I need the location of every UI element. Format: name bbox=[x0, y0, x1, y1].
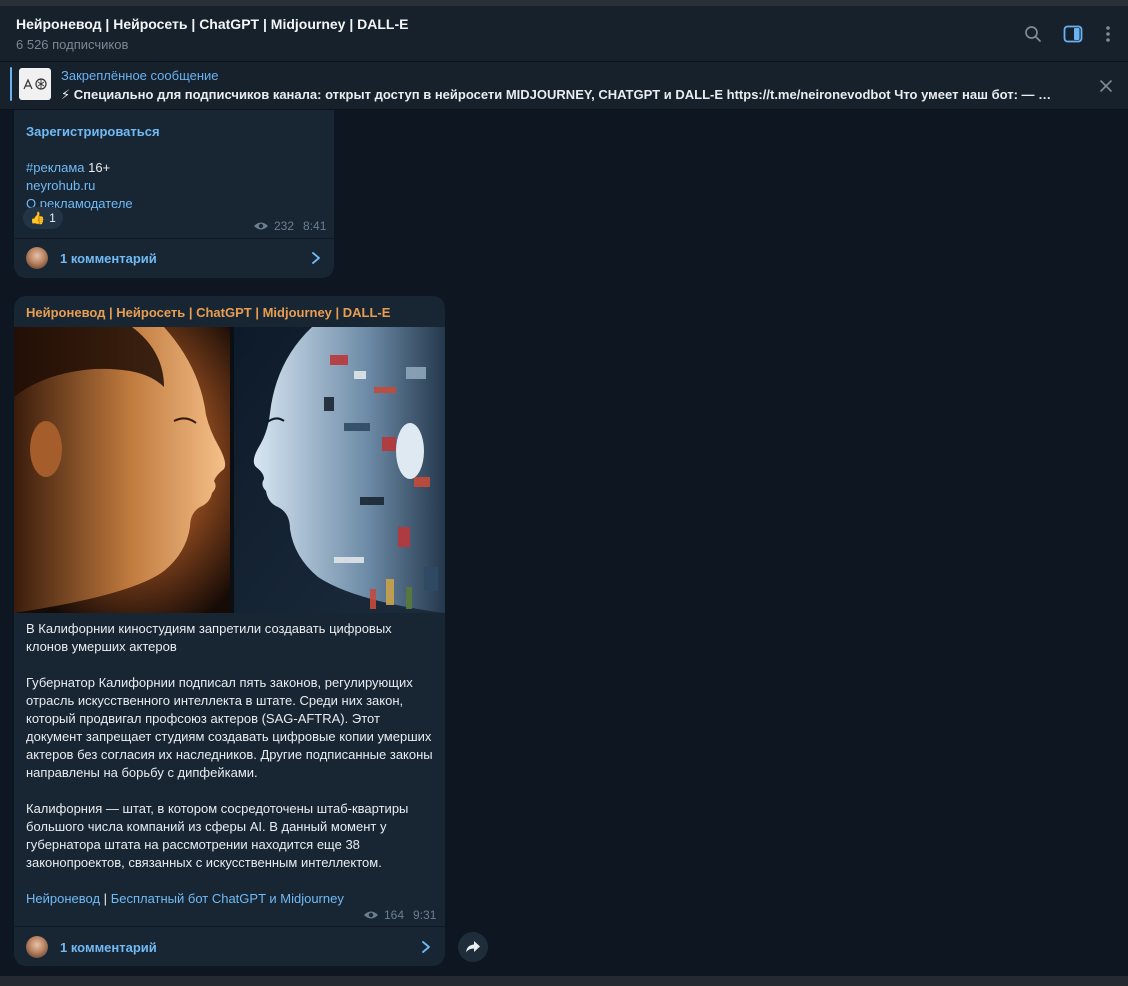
bot-link[interactable]: Бесплатный бот ChatGPT и Midjourney bbox=[111, 891, 344, 906]
pinned-thumbnail bbox=[19, 68, 51, 100]
message-text: В Калифорнии киностудиям запретили созда… bbox=[26, 620, 436, 908]
reaction-thumbs-up[interactable]: 👍 1 bbox=[23, 207, 63, 229]
chevron-right-icon bbox=[312, 252, 320, 264]
pinned-text: ⚡ Специально для подписчиков канала: отк… bbox=[61, 87, 1052, 102]
thumbs-up-icon: 👍 bbox=[30, 211, 46, 225]
message-time: 9:31 bbox=[413, 908, 437, 922]
footer-separator: | bbox=[103, 891, 108, 906]
message-headline: В Калифорнии киностудиям запретили созда… bbox=[26, 621, 392, 654]
pinned-label: Закреплённое сообщение bbox=[61, 68, 219, 83]
message-bubble: Нейроневод | Нейросеть | ChatGPT | Midjo… bbox=[14, 296, 445, 966]
sidebar-toggle-icon[interactable] bbox=[1062, 23, 1084, 45]
avatar bbox=[26, 247, 48, 269]
message-paragraph: Губернатор Калифорнии подписал пять зако… bbox=[26, 675, 433, 780]
message-list[interactable]: Зарегистрироваться #реклама 16+ neyrohub… bbox=[0, 110, 1128, 976]
reaction-count: 1 bbox=[49, 211, 56, 225]
ad-line: #реклама 16+ bbox=[26, 160, 110, 175]
message-time: 8:41 bbox=[303, 219, 327, 233]
site-link[interactable]: neyrohub.ru bbox=[26, 178, 95, 193]
comments-label: 1 комментарий bbox=[60, 939, 157, 955]
message-photo[interactable] bbox=[14, 327, 445, 613]
share-icon bbox=[466, 941, 480, 953]
comments-label: 1 комментарий bbox=[60, 250, 157, 266]
pinned-indicator bbox=[10, 67, 12, 101]
message-author[interactable]: Нейроневод | Нейросеть | ChatGPT | Midjo… bbox=[26, 305, 390, 320]
message-paragraph: Калифорния — штат, в котором сосредоточе… bbox=[26, 801, 409, 870]
subscriber-count: 6 526 подписчиков bbox=[16, 37, 129, 52]
age-rating: 16+ bbox=[88, 160, 111, 175]
share-button[interactable] bbox=[458, 932, 488, 962]
more-vertical-icon[interactable] bbox=[1097, 23, 1119, 45]
message-meta: 232 8:41 bbox=[253, 219, 326, 233]
comments-button[interactable]: 1 комментарий bbox=[14, 927, 445, 966]
eye-icon bbox=[254, 222, 268, 230]
close-icon[interactable] bbox=[1096, 76, 1116, 96]
comments-button[interactable]: 1 комментарий bbox=[14, 238, 334, 278]
avatar bbox=[26, 936, 48, 958]
message-footer-links: Нейроневод | Бесплатный бот ChatGPT и Mi… bbox=[26, 890, 436, 908]
message-meta: 164 9:31 bbox=[363, 908, 436, 922]
eye-icon bbox=[364, 911, 378, 919]
channel-title[interactable]: Нейроневод | Нейросеть | ChatGPT | Midjo… bbox=[16, 16, 408, 32]
window-bottom-strip bbox=[0, 976, 1128, 986]
chevron-right-icon bbox=[422, 941, 430, 953]
pinned-message-bar[interactable]: Закреплённое сообщение ⚡ Специально для … bbox=[0, 62, 1128, 110]
search-icon[interactable] bbox=[1022, 23, 1044, 45]
chat-header[interactable]: Нейроневод | Нейросеть | ChatGPT | Midjo… bbox=[0, 6, 1128, 62]
register-link[interactable]: Зарегистрироваться bbox=[26, 124, 160, 139]
view-count: 232 bbox=[274, 219, 295, 233]
channel-link[interactable]: Нейроневод bbox=[26, 891, 100, 906]
photo-art bbox=[14, 327, 445, 613]
view-count: 164 bbox=[384, 908, 405, 922]
message-bubble: Зарегистрироваться #реклама 16+ neyrohub… bbox=[14, 110, 334, 278]
ad-hashtag[interactable]: #реклама bbox=[26, 160, 85, 175]
